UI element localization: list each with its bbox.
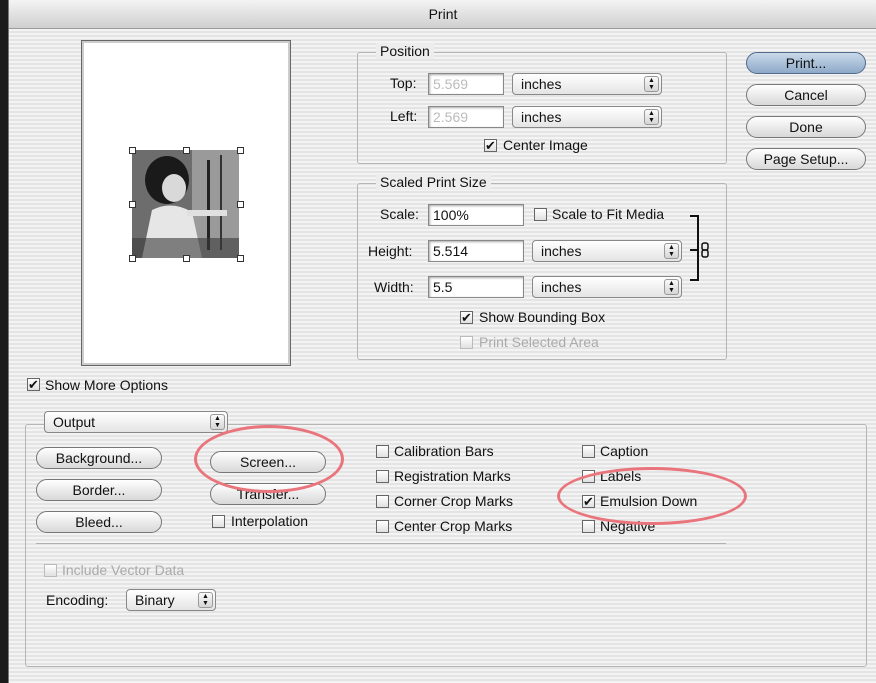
height-label: Height: [368, 243, 413, 259]
crop-handle[interactable] [183, 147, 190, 154]
show-more-options-label: Show More Options [45, 377, 168, 393]
center-crop-marks-label: Center Crop Marks [394, 518, 513, 534]
popup-arrows-icon: ▲ ▼ [644, 76, 659, 92]
negative-checkbox[interactable] [582, 520, 595, 533]
title-bar: Print [9, 0, 876, 29]
scale-to-fit-label: Scale to Fit Media [552, 206, 665, 222]
output-select[interactable]: Output ▲ ▼ [44, 411, 228, 433]
highlight-emulsion-oval [557, 467, 747, 525]
crop-handle[interactable] [237, 201, 244, 208]
include-vector-data-checkbox[interactable] [44, 564, 57, 577]
popup-arrows-icon: ▲ ▼ [644, 109, 659, 125]
top-label: Top: [390, 75, 417, 91]
position-legend: Position [376, 43, 434, 59]
show-more-options-checkbox[interactable]: ✔ [27, 378, 40, 391]
crop-handle[interactable] [129, 255, 136, 262]
crop-handle[interactable] [129, 201, 136, 208]
popup-arrows-icon: ▲ ▼ [198, 592, 213, 608]
print-selected-area-checkbox[interactable] [460, 336, 473, 349]
output-separator [36, 543, 726, 544]
include-vector-data-label: Include Vector Data [62, 562, 185, 578]
center-image-checkbox[interactable]: ✔ [484, 139, 497, 152]
encoding-label: Encoding: [46, 592, 109, 608]
registration-marks-checkbox[interactable] [376, 470, 389, 483]
cancel-button[interactable]: Cancel [746, 84, 866, 106]
width-unit-value: inches [541, 279, 582, 295]
width-unit-select[interactable]: inches ▲ ▼ [532, 276, 682, 298]
output-section: Output ▲ ▼ Background... Border... Bleed.… [25, 411, 867, 667]
height-unit-select[interactable]: inches ▲ ▼ [532, 240, 682, 262]
height-unit-value: inches [541, 243, 582, 259]
interpolation-label: Interpolation [231, 513, 309, 529]
background-button[interactable]: Background... [36, 447, 162, 469]
encoding-select[interactable]: Binary ▲ ▼ [126, 589, 216, 611]
window-title: Print [428, 6, 458, 22]
show-bounding-box-checkbox[interactable]: ✔ [460, 311, 473, 324]
checkmark-icon: ✔ [485, 138, 496, 153]
photo-thumbnail [132, 150, 239, 258]
registration-marks-label: Registration Marks [394, 468, 511, 484]
print-selected-area-label: Print Selected Area [479, 334, 599, 350]
top-unit-value: inches [521, 76, 562, 92]
page-setup-button[interactable]: Page Setup... [746, 148, 866, 170]
crop-handle[interactable] [237, 255, 244, 262]
interpolation-checkbox[interactable] [212, 515, 225, 528]
checkmark-icon: ✔ [461, 310, 472, 325]
top-unit-select[interactable]: inches ▲ ▼ [512, 73, 662, 95]
caption-checkbox[interactable] [582, 445, 595, 458]
width-input[interactable]: 5.5 [428, 276, 524, 298]
link-chain-icon[interactable] [688, 214, 718, 286]
highlight-screen-oval [194, 425, 344, 493]
crop-handle[interactable] [183, 255, 190, 262]
caption-label: Caption [600, 443, 649, 459]
scaled-legend: Scaled Print Size [376, 174, 491, 190]
bleed-button[interactable]: Bleed... [36, 511, 162, 533]
left-input[interactable]: 2.569 [428, 106, 504, 128]
encoding-select-value: Binary [135, 592, 175, 608]
top-input[interactable]: 5.569 [428, 73, 504, 95]
checkmark-icon: ✔ [28, 377, 39, 392]
corner-crop-marks-label: Corner Crop Marks [394, 493, 514, 509]
left-unit-value: inches [521, 109, 562, 125]
scale-input[interactable]: 100% [428, 204, 524, 226]
popup-arrows-icon: ▲ ▼ [210, 414, 225, 430]
done-button[interactable]: Done [746, 116, 866, 138]
left-unit-select[interactable]: inches ▲ ▼ [512, 106, 662, 128]
scale-label: Scale: [380, 206, 419, 222]
center-image-label: Center Image [503, 137, 588, 153]
popup-arrows-icon: ▲ ▼ [664, 279, 679, 295]
border-button[interactable]: Border... [36, 479, 162, 501]
preview-image[interactable] [132, 150, 239, 258]
corner-crop-marks-checkbox[interactable] [376, 495, 389, 508]
scaled-print-size-group: Scaled Print Size Scale: 100% Scale to F… [357, 174, 727, 360]
left-label: Left: [390, 108, 418, 124]
print-button[interactable]: Print... [746, 52, 866, 74]
popup-arrows-icon: ▲ ▼ [664, 243, 679, 259]
height-input[interactable]: 5.514 [428, 240, 524, 262]
width-label: Width: [374, 279, 414, 295]
crop-handle[interactable] [237, 147, 244, 154]
show-bounding-box-label: Show Bounding Box [479, 309, 606, 325]
center-crop-marks-checkbox[interactable] [376, 520, 389, 533]
crop-handle[interactable] [129, 147, 136, 154]
print-preview [81, 40, 291, 366]
output-select-value: Output [53, 414, 96, 430]
print-dialog: Print Position Top: 5.569 inches ▲ ▼ Lef… [8, 0, 876, 683]
position-group: Position Top: 5.569 inches ▲ ▼ Left: 2.56… [357, 43, 727, 164]
calibration-bars-label: Calibration Bars [394, 443, 494, 459]
scale-to-fit-checkbox[interactable] [534, 208, 547, 221]
calibration-bars-checkbox[interactable] [376, 445, 389, 458]
